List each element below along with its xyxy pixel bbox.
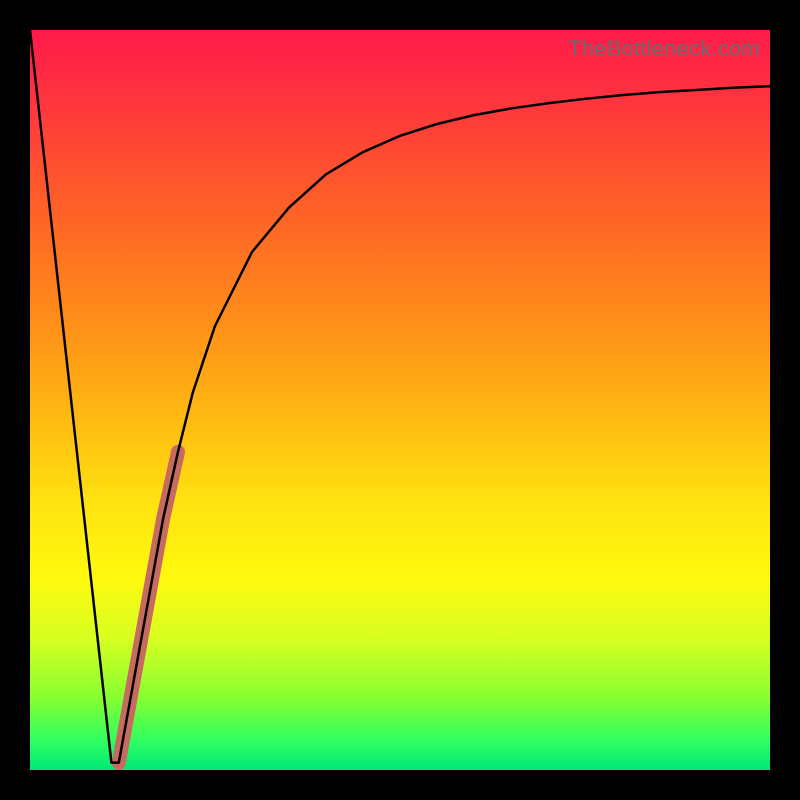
- chart-container: TheBottleneck.com: [0, 0, 800, 800]
- chart-svg: [30, 30, 770, 770]
- plot-area: TheBottleneck.com: [30, 30, 770, 770]
